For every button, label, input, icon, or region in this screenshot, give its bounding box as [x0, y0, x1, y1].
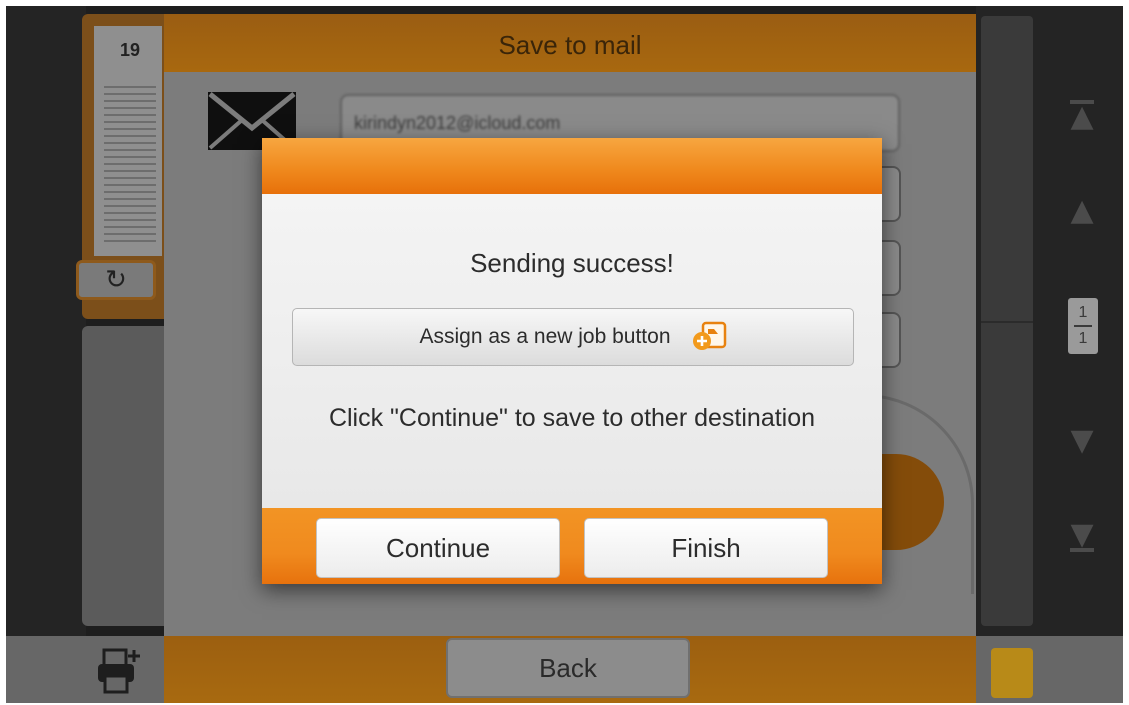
sending-success-popup: Sending success! Assign as a new job but…: [262, 138, 882, 584]
right-panel-divider: [981, 321, 1033, 323]
first-page-icon[interactable]: ▲: [1064, 100, 1100, 132]
continue-button[interactable]: Continue: [316, 518, 560, 578]
add-job-icon: [692, 321, 726, 350]
popup-footer: Continue Finish: [262, 508, 882, 584]
right-panel: [981, 16, 1033, 626]
thumbnail-text-lines: [104, 86, 156, 246]
popup-header: [262, 138, 882, 194]
continue-info-text: Click "Continue" to save to other destin…: [328, 404, 816, 432]
left-column: [6, 6, 86, 636]
success-message: Sending success!: [470, 248, 674, 278]
assign-new-job-button[interactable]: Assign as a new job button: [292, 308, 854, 366]
back-button[interactable]: Back: [446, 638, 690, 698]
right-bottom-button[interactable]: [991, 648, 1033, 698]
page-indicator: 1 1: [1068, 298, 1098, 354]
page-thumbnail[interactable]: 19: [94, 26, 162, 256]
page-fraction-bar: [1074, 325, 1092, 327]
rotate-icon[interactable]: ↻: [76, 260, 156, 300]
mail-field-4[interactable]: [879, 312, 901, 368]
last-page-icon[interactable]: ▼: [1064, 520, 1100, 552]
printer-add-icon[interactable]: [94, 646, 146, 696]
page-total: 1: [1078, 330, 1088, 347]
page-current: 1: [1078, 304, 1088, 321]
assign-new-job-label: Assign as a new job button: [419, 325, 671, 348]
mail-dialog-title: Save to mail: [164, 14, 976, 72]
prev-page-icon[interactable]: ▲: [1064, 196, 1100, 226]
thumbnail-page-number: 19: [120, 40, 141, 60]
mail-field-2[interactable]: [879, 166, 901, 222]
finish-button[interactable]: Finish: [584, 518, 828, 578]
mail-field-3[interactable]: [879, 240, 901, 296]
screen: ▲ ▲ 1 1 ▼ ▼ 19 ↻ Save to mail kirindyn20…: [6, 6, 1123, 703]
next-page-icon[interactable]: ▼: [1064, 426, 1100, 456]
